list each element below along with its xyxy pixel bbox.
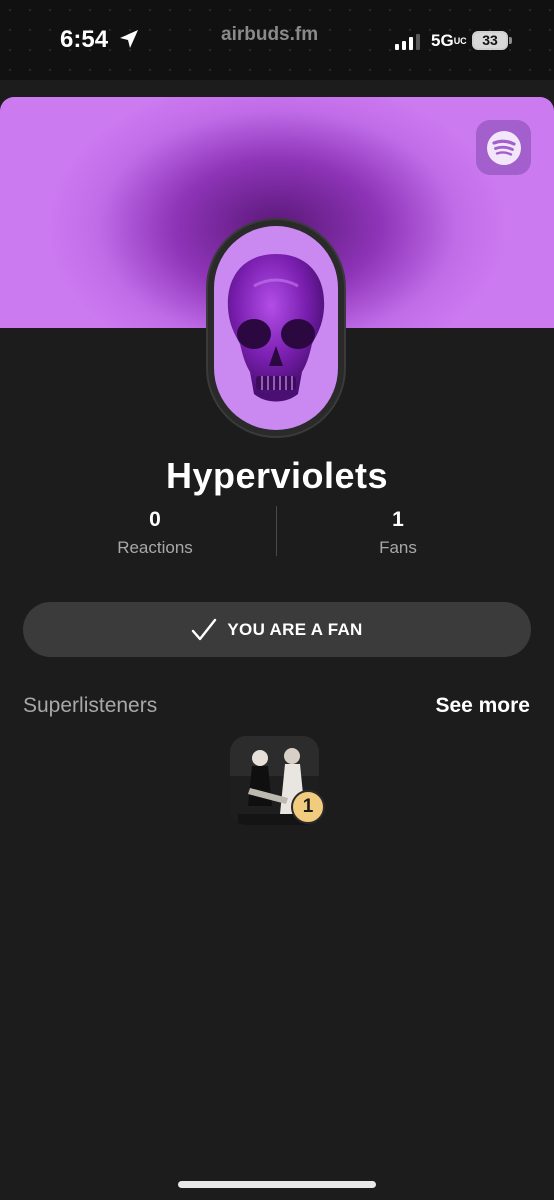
reactions-stat[interactable]: 0 Reactions bbox=[55, 508, 255, 558]
battery-tip bbox=[509, 37, 512, 44]
stats-divider bbox=[276, 506, 277, 556]
fan-button[interactable]: YOU ARE A FAN bbox=[23, 602, 531, 657]
reactions-label: Reactions bbox=[117, 538, 193, 557]
rank-badge: 1 bbox=[291, 790, 325, 824]
spotify-icon bbox=[486, 130, 521, 165]
fan-button-label: YOU ARE A FAN bbox=[227, 619, 363, 639]
superlisteners-title: Superlisteners bbox=[23, 694, 158, 717]
network-label: 5GUC bbox=[431, 31, 467, 50]
signal-bars-icon bbox=[395, 34, 420, 50]
fans-label: Fans bbox=[379, 538, 417, 557]
reactions-count: 0 bbox=[149, 508, 161, 531]
location-arrow-icon bbox=[120, 30, 138, 48]
battery-icon: 33 bbox=[472, 31, 508, 50]
site-label: airbuds.fm bbox=[221, 24, 319, 45]
status-bar: 6:54 airbuds.fm 5GUC 33 bbox=[0, 0, 554, 80]
home-indicator[interactable] bbox=[178, 1181, 376, 1188]
artist-avatar bbox=[206, 218, 346, 438]
checkmark-icon bbox=[192, 618, 217, 640]
fans-count: 1 bbox=[392, 508, 404, 531]
battery-level: 33 bbox=[482, 32, 498, 48]
network-suffix: UC bbox=[453, 36, 467, 46]
see-more-link[interactable]: See more bbox=[435, 694, 530, 718]
artist-name: Hyperviolets bbox=[165, 455, 389, 496]
fans-stat[interactable]: 1 Fans bbox=[298, 508, 498, 558]
status-time: 6:54 bbox=[60, 26, 109, 53]
skull-image bbox=[214, 226, 338, 430]
spotify-button[interactable] bbox=[476, 120, 531, 175]
